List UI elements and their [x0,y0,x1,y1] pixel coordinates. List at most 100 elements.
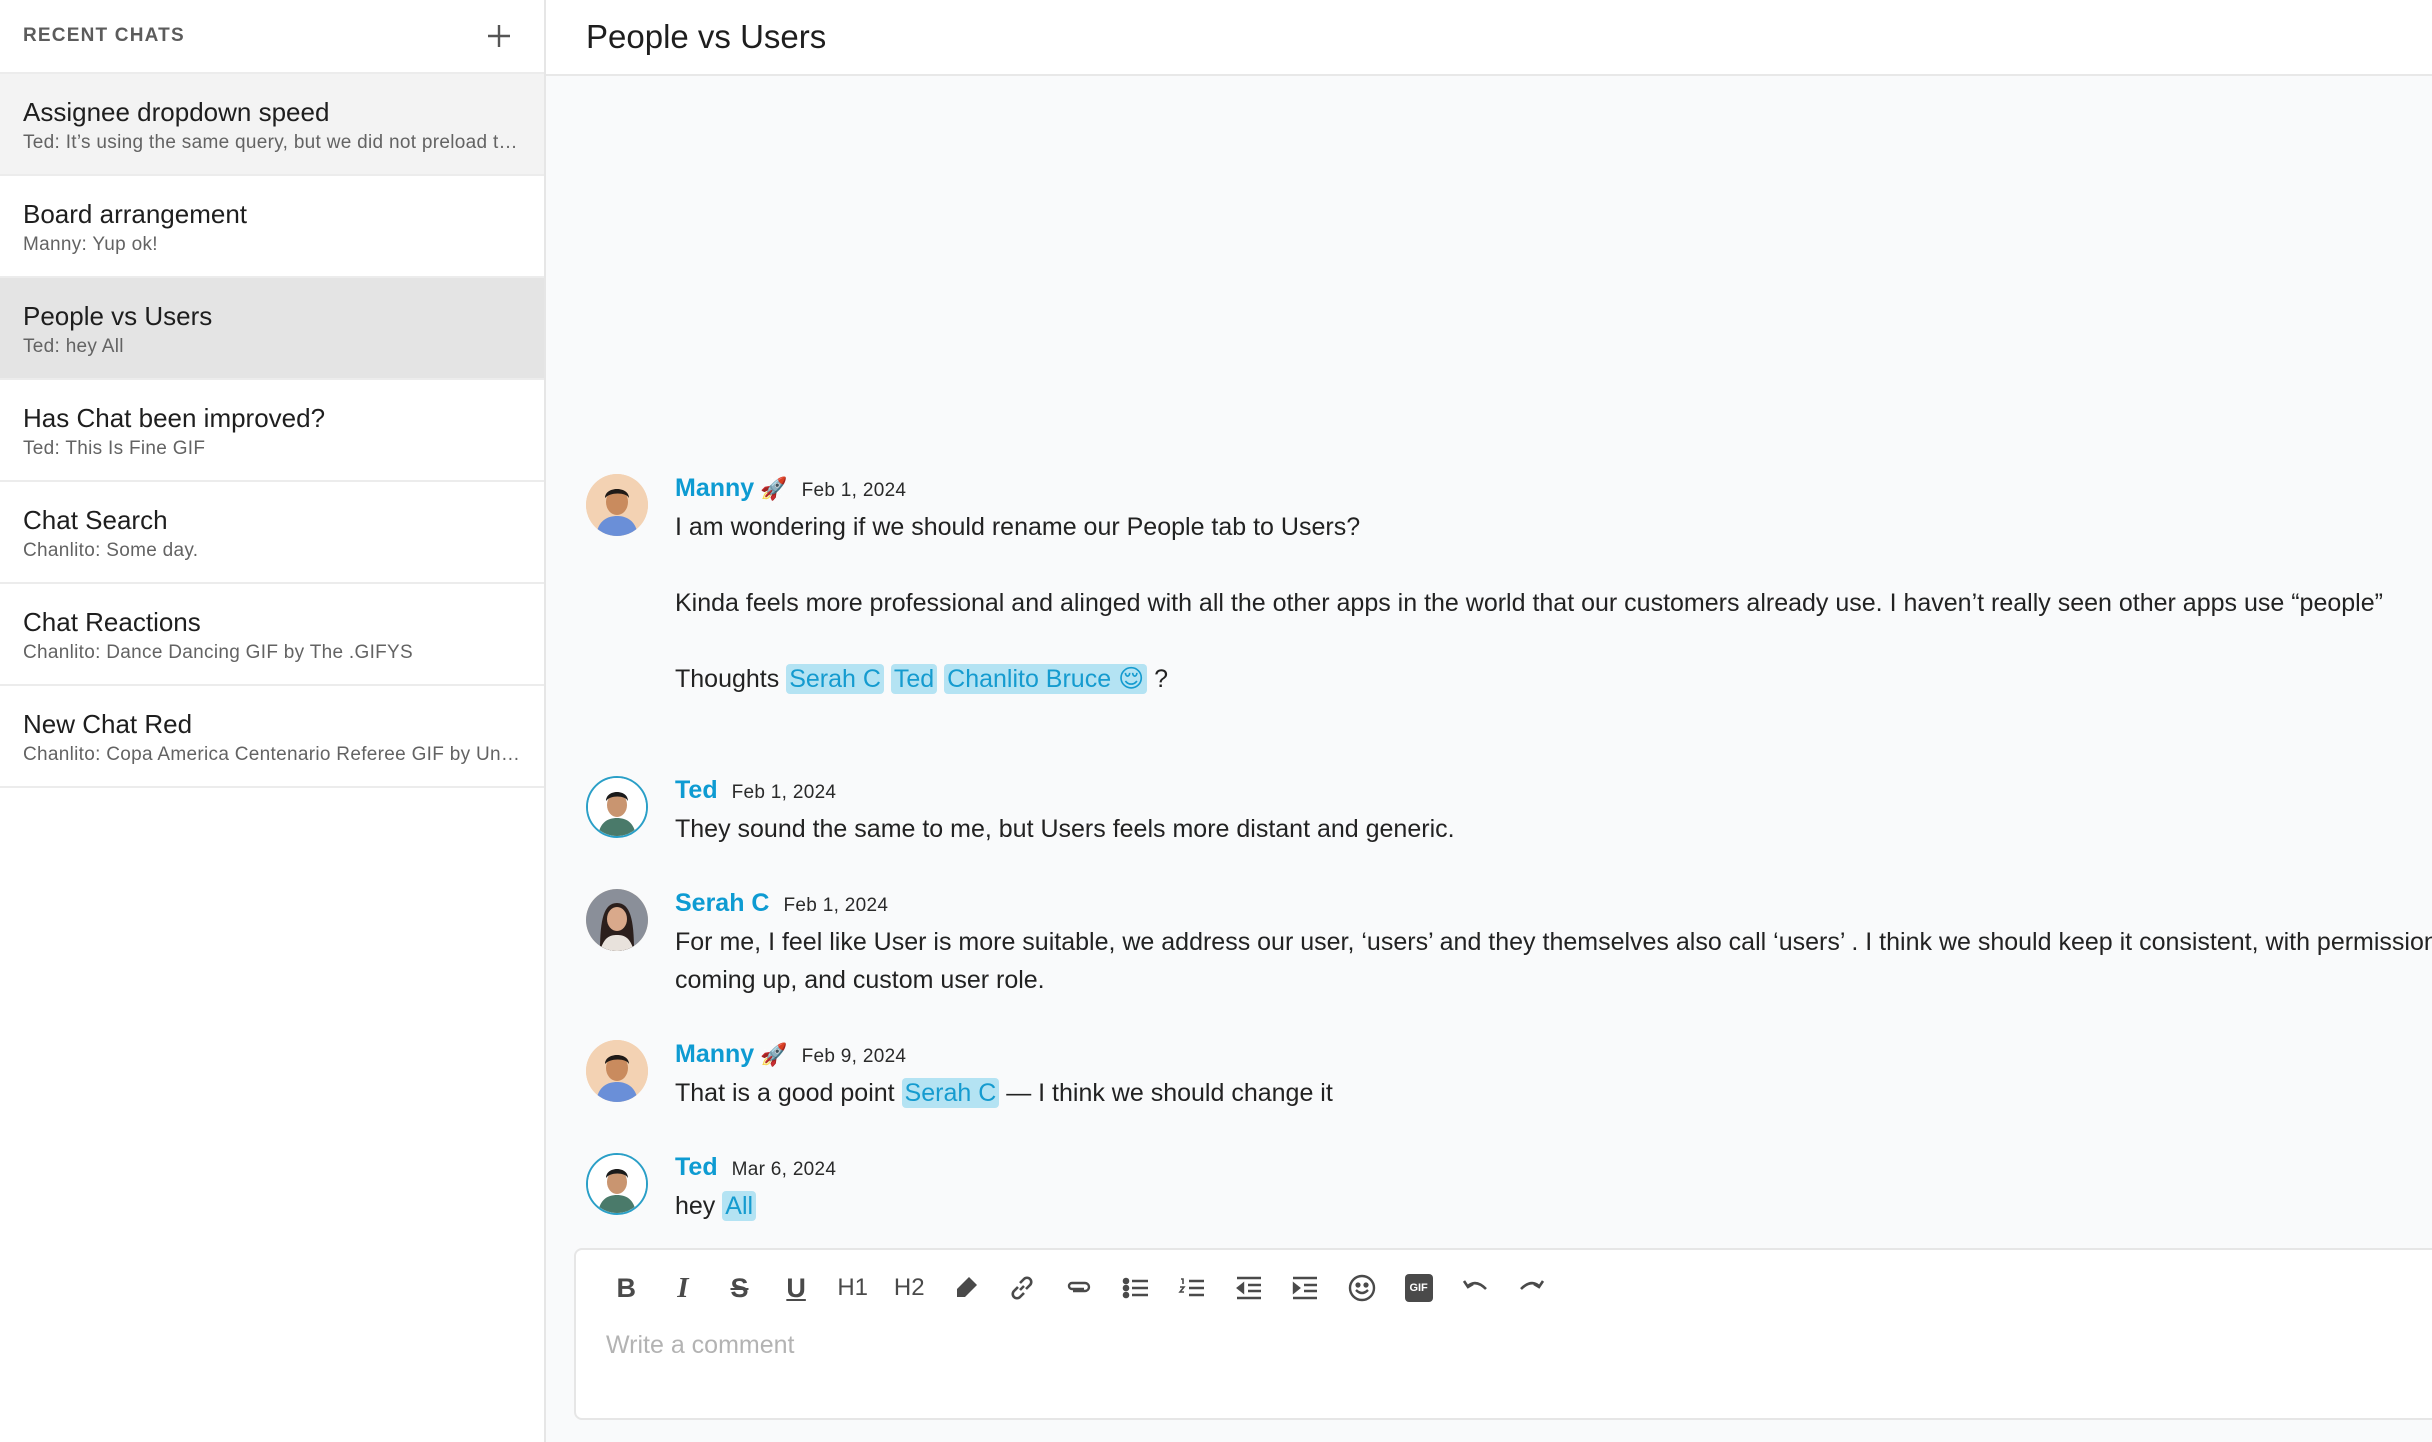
message: Ted Feb 1, 2024 They sound the same to m… [586,776,1455,848]
message-text-part: hey [675,1192,716,1220]
message: Manny 🚀 Feb 9, 2024 That is a good point… [586,1040,1333,1112]
mention[interactable]: Ted [890,664,938,694]
outdent-button[interactable] [1221,1268,1278,1308]
avatar[interactable] [586,776,648,838]
chat-list-item-active[interactable]: People vs Users Ted: hey All [0,278,544,380]
message-date: Feb 1, 2024 [801,480,907,501]
numbered-list-icon [1178,1278,1205,1297]
message-text-part: ? [1154,665,1168,693]
sidebar: RECENT CHATS Assignee dropdown speed Ted… [0,0,546,1442]
chat-header: People vs Users [546,0,2432,76]
italic-icon: I [677,1271,689,1304]
mention[interactable]: Chanlito Bruce 😌 [944,664,1148,694]
message: Manny 🚀 Feb 1, 2024 I am wondering if we… [586,474,2383,698]
author-name[interactable]: Manny [675,1040,754,1069]
message-text: Kinda feels more professional and alinge… [675,589,2383,617]
redo-button[interactable] [1504,1268,1561,1308]
avatar-manny-icon [586,1040,648,1102]
link-button[interactable] [994,1268,1051,1308]
chat-list-item[interactable]: New Chat Red Chanlito: Copa America Cent… [0,686,544,788]
avatar[interactable] [586,889,648,951]
sidebar-title: RECENT CHATS [23,25,185,46]
bullet-list-button[interactable] [1107,1268,1164,1308]
underline-button[interactable]: U [768,1268,825,1308]
underline-icon: U [786,1272,806,1303]
undo-icon [1463,1280,1488,1290]
link-icon [1011,1276,1033,1300]
chat-name: Board arrangement [23,199,248,229]
avatar[interactable] [586,1153,648,1215]
chat-preview: Ted: hey All [23,336,124,357]
chat-preview: Chanlito: Copa America Centenario Refere… [23,744,523,765]
author-name[interactable]: Serah C [675,889,769,918]
heading1-button[interactable]: H1 [824,1268,881,1308]
strikethrough-button[interactable]: S [711,1268,768,1308]
chat-name: Assignee dropdown speed [23,97,330,127]
mention[interactable]: Serah C [901,1078,1000,1108]
mention[interactable]: Serah C [786,664,884,694]
bold-button[interactable]: B [598,1268,655,1308]
gif-icon: GIF [1404,1274,1433,1302]
chat-list-item[interactable]: Chat Reactions Chanlito: Dance Dancing G… [0,584,544,686]
rocket-icon: 🚀 [760,476,788,501]
comment-editor: B I S U H1 H2 GIF Write a comment [574,1248,2432,1420]
highlighter-icon [956,1277,977,1297]
emoji-icon [1348,1274,1376,1302]
chat-list-item[interactable]: Assignee dropdown speed Ted: It’s using … [0,74,544,176]
highlight-button[interactable] [938,1268,995,1308]
indent-icon [1293,1276,1318,1300]
italic-button[interactable]: I [655,1268,712,1308]
redo-icon [1519,1280,1544,1290]
avatar[interactable] [586,1040,648,1102]
message-text: hey All [675,1187,836,1225]
chat-preview: Ted: This Is Fine GIF [23,438,206,459]
message-date: Mar 6, 2024 [731,1159,837,1180]
gif-button[interactable]: GIF [1390,1268,1447,1308]
chat-name: New Chat Red [23,709,193,739]
author-name[interactable]: Manny [675,474,754,503]
bullet-list-icon [1122,1277,1148,1299]
message-text: Thoughts Serah C Ted Chanlito Bruce 😌 ? [675,660,2383,698]
message-text: coming up, and custom user role. [675,966,1045,994]
avatar-ted-icon [588,1155,646,1213]
chat-list-item[interactable]: Has Chat been improved? Ted: This Is Fin… [0,380,544,482]
emoji-button[interactable] [1334,1268,1391,1308]
message-list[interactable]: Manny 🚀 Feb 1, 2024 I am wondering if we… [546,76,2432,1236]
outdent-icon [1235,1276,1261,1300]
chat-name: People vs Users [23,301,213,331]
message-text-part: That is a good point [675,1079,895,1107]
bold-icon: B [616,1272,637,1303]
numbered-list-button[interactable] [1164,1268,1221,1308]
chat-name: Has Chat been improved? [23,403,326,433]
mention[interactable]: All [722,1191,757,1221]
heading2-button[interactable]: H2 [881,1268,938,1308]
avatar[interactable] [586,474,648,536]
chat-name: Chat Search [23,505,168,535]
attachment-button[interactable] [1051,1268,1108,1308]
message-text: That is a good point Serah C — I think w… [675,1074,1333,1112]
editor-toolbar: B I S U H1 H2 GIF [576,1250,2432,1326]
undo-button[interactable] [1447,1268,1504,1308]
author-name[interactable]: Ted [675,1153,718,1182]
author-name[interactable]: Ted [675,776,718,805]
page-title: People vs Users [586,18,827,55]
indent-button[interactable] [1277,1268,1334,1308]
avatar-ted-icon [588,778,646,836]
avatar-serah-icon [586,889,648,951]
rocket-icon: 🚀 [760,1042,788,1067]
chat-preview: Chanlito: Some day. [23,540,199,561]
new-chat-button[interactable] [482,19,516,53]
message-text-part: Thoughts [675,665,780,693]
chat-name: Chat Reactions [23,607,201,637]
message: Serah C Feb 1, 2024 For me, I feel like … [586,889,2432,999]
message-text: They sound the same to me, but Users fee… [675,815,1455,843]
plus-icon [488,25,510,47]
chat-list-item[interactable]: Board arrangement Manny: Yup ok! [0,176,544,278]
message-date: Feb 9, 2024 [801,1046,907,1067]
message-text: I am wondering if we should rename our P… [675,513,1361,541]
chat-list-item[interactable]: Chat Search Chanlito: Some day. [0,482,544,584]
chat-panel: People vs Users Manny 🚀 Feb 1, 2024 I am… [546,0,2432,1442]
avatar-manny-icon [586,474,648,536]
comment-input[interactable] [604,1330,2408,1361]
chat-preview: Ted: It’s using the same query, but we d… [23,132,523,153]
